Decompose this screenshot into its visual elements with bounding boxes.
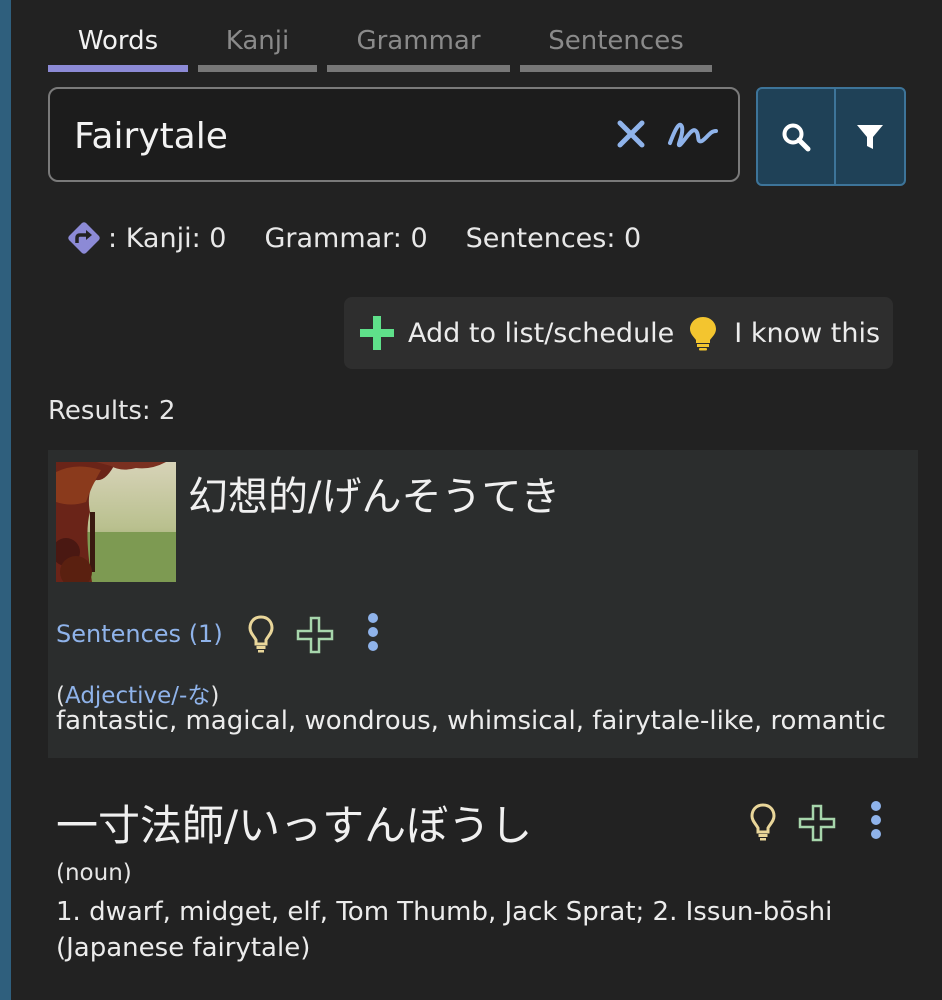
tab-kanji-indicator — [198, 65, 317, 72]
add-to-list-label: Add to list/schedule — [408, 317, 675, 349]
part-of-speech-2: (noun) — [56, 860, 132, 886]
action-bar: Add to list/schedule I know this — [344, 297, 893, 369]
redirect-counts: : Kanji: 0 Grammar: 0 Sentences: 0 — [64, 216, 679, 260]
more-options-icon[interactable] — [366, 612, 380, 652]
redirect-icon[interactable] — [64, 218, 104, 258]
part-of-speech: (Adjective/-な) — [56, 676, 219, 710]
lightbulb-icon — [690, 317, 717, 351]
result-card: 幻想的/げんそうてき Sentences (1) (Adjective/-な) … — [48, 450, 918, 758]
tab-words[interactable]: Words — [48, 24, 188, 72]
tab-sentences-indicator — [520, 65, 712, 72]
results-count: Results: 2 — [48, 396, 176, 426]
plus-icon — [360, 316, 394, 350]
sentences-count[interactable]: Sentences: 0 — [466, 223, 642, 254]
add-to-list-button[interactable]: Add to list/schedule — [358, 314, 674, 352]
tab-kanji-label: Kanji — [225, 26, 290, 56]
tab-words-label: Words — [77, 26, 159, 56]
search-input[interactable] — [72, 107, 576, 165]
lightbulb-outline-icon[interactable] — [246, 614, 276, 654]
word-title-2[interactable]: 一寸法師/いっすんぼうし — [56, 792, 532, 853]
clear-icon[interactable] — [616, 119, 646, 149]
tab-grammar-label: Grammar — [356, 26, 481, 56]
lightbulb-outline-icon[interactable] — [748, 802, 778, 842]
grammar-count[interactable]: Grammar: 0 — [264, 223, 427, 254]
plus-outline-icon[interactable] — [296, 616, 334, 654]
filter-button[interactable] — [836, 89, 904, 184]
word-thumbnail-image — [56, 462, 176, 582]
counts-prefix: : — [108, 222, 118, 254]
sentences-link[interactable]: Sentences (1) — [56, 620, 223, 648]
word-title[interactable]: 幻想的/げんそうてき — [188, 464, 560, 522]
search-box — [48, 87, 740, 182]
tab-grammar-indicator — [327, 65, 510, 72]
search-icon — [782, 123, 811, 151]
left-edge-strip — [0, 0, 11, 1000]
tab-sentences-label: Sentences — [548, 26, 684, 56]
handwriting-icon[interactable] — [666, 117, 720, 151]
tab-sentences[interactable]: Sentences — [520, 24, 712, 72]
i-know-this-button[interactable]: I know this — [688, 315, 880, 351]
word-definition: fantastic, magical, wondrous, whimsical,… — [56, 706, 886, 736]
search-button-group — [756, 87, 906, 186]
i-know-this-label: I know this — [734, 317, 881, 349]
more-options-icon[interactable] — [869, 800, 883, 840]
filter-icon — [857, 124, 883, 149]
tab-kanji[interactable]: Kanji — [198, 24, 317, 72]
plus-outline-icon[interactable] — [798, 804, 836, 842]
tab-grammar[interactable]: Grammar — [327, 24, 510, 72]
tab-words-indicator — [48, 65, 188, 72]
search-button[interactable] — [758, 89, 834, 184]
word-definition-2: 1. dwarf, midget, elf, Tom Thumb, Jack S… — [56, 897, 833, 963]
kanji-count[interactable]: Kanji: 0 — [126, 223, 227, 254]
